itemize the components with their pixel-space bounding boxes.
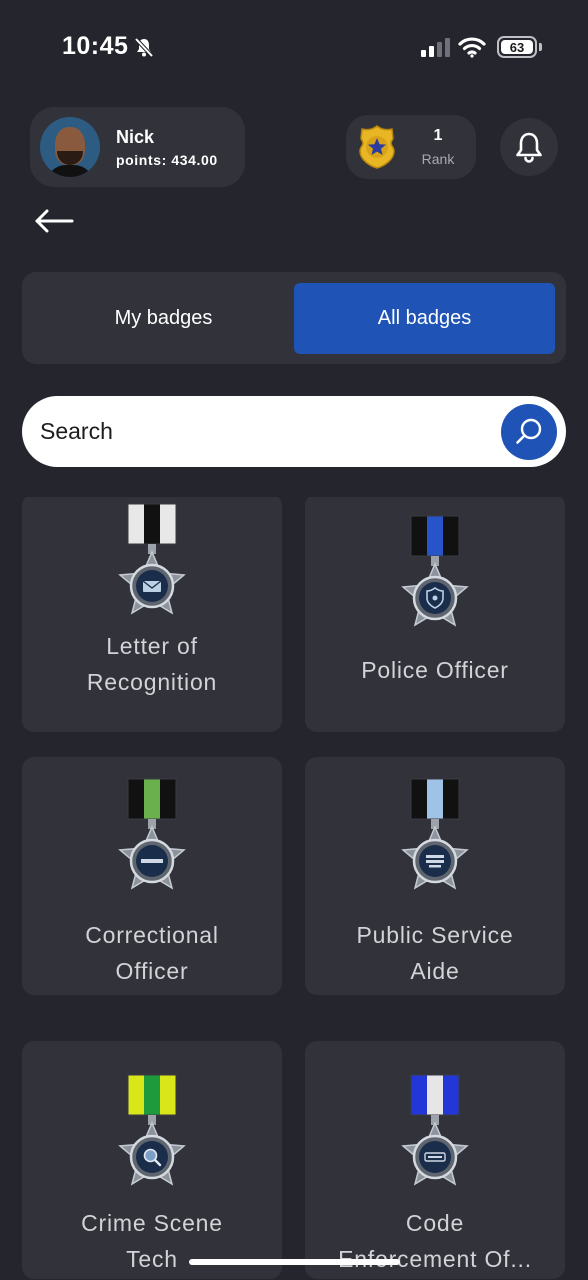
profile-info: Nick points: 434.00 [116, 127, 218, 168]
search-icon [516, 418, 542, 444]
rank-value: 1 [433, 127, 443, 144]
medal-icon [118, 777, 186, 905]
user-name: Nick [116, 126, 155, 147]
medal-icon [401, 1073, 469, 1201]
notifications-button[interactable] [500, 118, 558, 176]
search-bar [22, 396, 566, 467]
battery-tip [539, 43, 542, 51]
rank-card[interactable]: 1 Rank [346, 115, 476, 179]
police-shield-icon [359, 125, 395, 169]
cellular-signal-icon [421, 37, 450, 57]
back-arrow-icon [35, 209, 74, 233]
badge-card[interactable]: Letter of Recognition [22, 497, 282, 732]
badge-name: Code Enforcement Of... [338, 1210, 532, 1272]
badge-card[interactable]: Public Service Aide [305, 757, 565, 995]
battery-icon: 63 [497, 36, 537, 58]
home-indicator [189, 1259, 400, 1265]
rank-label: Rank [421, 151, 455, 167]
medal-icon [401, 777, 469, 905]
bell-slash-icon [134, 37, 154, 57]
badge-card[interactable]: Crime Scene Tech [22, 1041, 282, 1279]
search-button[interactable] [501, 404, 557, 460]
status-time: 10:45 [62, 32, 129, 60]
badge-card[interactable]: Police Officer [305, 497, 565, 732]
badge-card[interactable]: Correctional Officer [22, 757, 282, 995]
medal-icon [118, 502, 186, 630]
badge-grid: Letter of Recognition Police Officer Corre… [0, 497, 588, 1280]
badge-name: Public Service Aide [356, 922, 514, 984]
wifi-icon [458, 37, 486, 58]
profile-card[interactable]: Nick points: 434.00 [30, 107, 245, 187]
tab-all-badges[interactable]: All badges [294, 283, 555, 354]
badge-name: Crime Scene Tech [81, 1210, 223, 1272]
badge-card[interactable]: Code Enforcement Of... [305, 1041, 565, 1279]
medal-icon [118, 1073, 186, 1201]
badge-name: Letter of Recognition [86, 633, 218, 695]
bell-icon [516, 132, 542, 163]
status-bar: 10:45 63 [0, 0, 588, 96]
back-button[interactable] [34, 204, 78, 238]
user-points: points: 434.00 [116, 151, 218, 168]
badge-name: Police Officer [361, 657, 509, 683]
badge-name: Correctional Officer [85, 922, 219, 984]
search-input[interactable] [40, 409, 490, 454]
medal-icon [401, 514, 469, 642]
avatar[interactable] [40, 117, 100, 177]
tab-my-badges[interactable]: My badges [33, 283, 294, 354]
battery-level: 63 [501, 40, 533, 55]
badge-tabs: My badges All badges [22, 272, 566, 364]
